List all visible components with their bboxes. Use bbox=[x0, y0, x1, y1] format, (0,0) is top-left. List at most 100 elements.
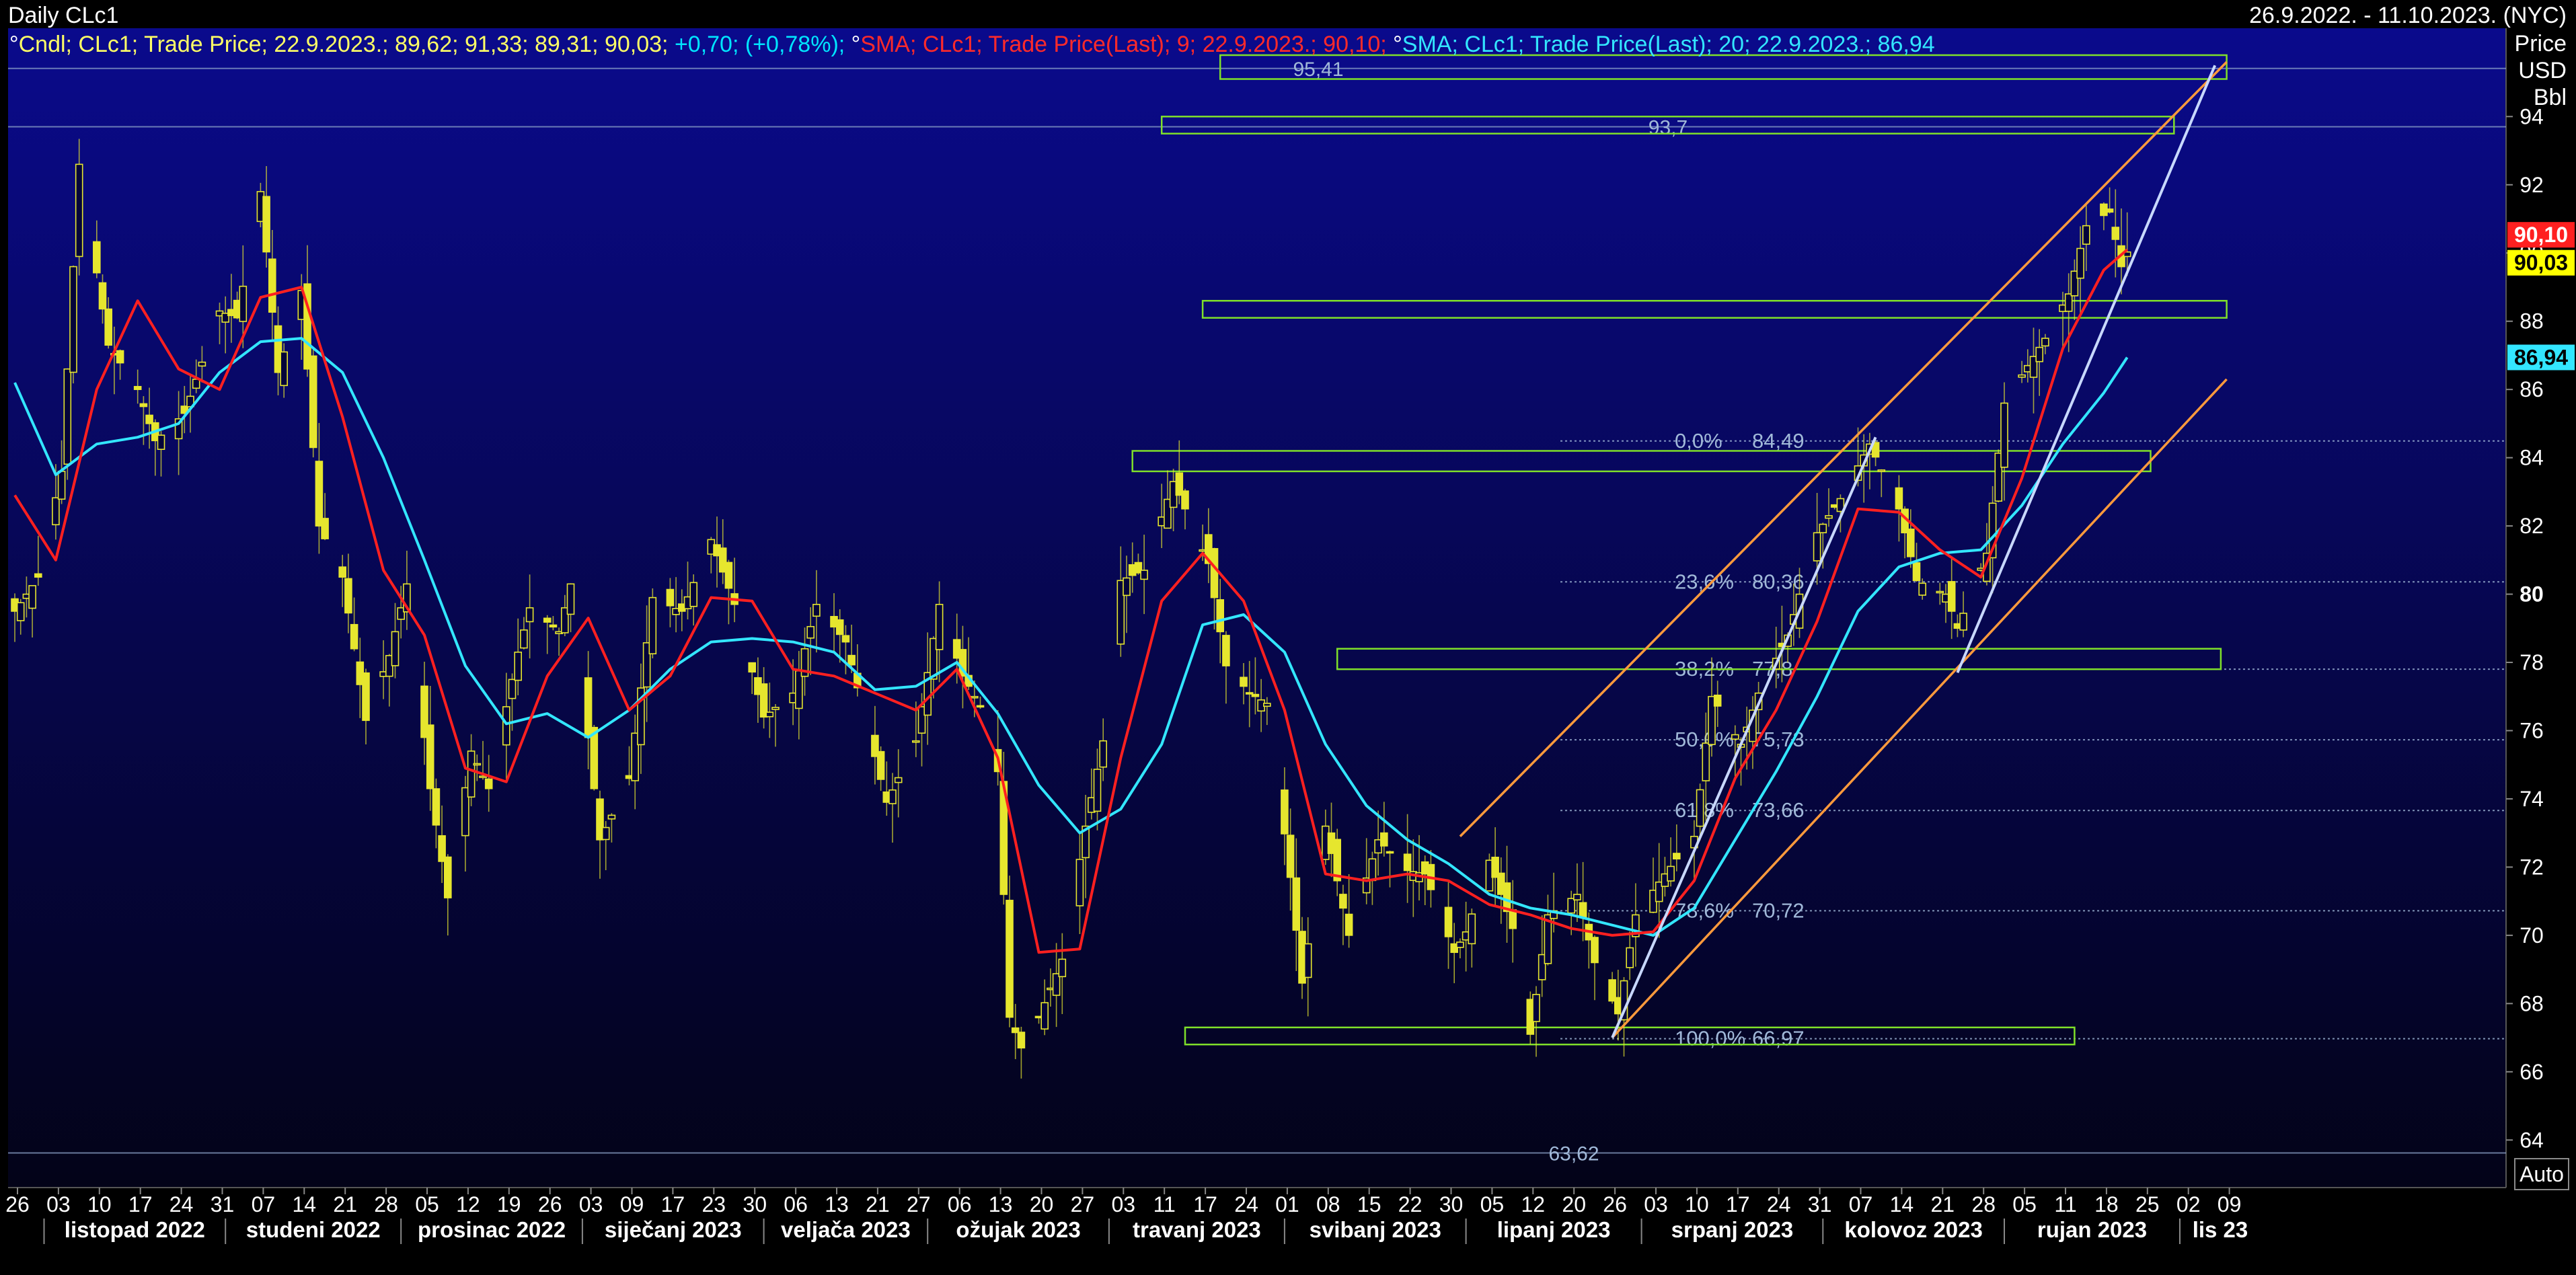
fib-value-label: 84,49 bbox=[1752, 429, 1805, 453]
candle-body bbox=[268, 258, 276, 313]
candle-body bbox=[1292, 877, 1301, 931]
candle-body bbox=[1099, 740, 1107, 768]
candle-body bbox=[888, 789, 897, 804]
candle-body bbox=[1140, 570, 1148, 580]
legend-candle[interactable]: Cndl; CLc1; Trade Price; 22.9.2023.; 89,… bbox=[19, 32, 675, 57]
x-tick-label: 14 bbox=[1890, 1192, 1914, 1216]
y-tick-label: 70 bbox=[2520, 923, 2544, 948]
candle-body bbox=[2111, 227, 2120, 240]
y-tick-label: 68 bbox=[2520, 991, 2544, 1015]
x-tick-label: 17 bbox=[661, 1192, 685, 1216]
x-tick-label: 09 bbox=[620, 1192, 644, 1216]
candle-body bbox=[2076, 247, 2084, 279]
candle-body bbox=[338, 566, 347, 578]
candle-body bbox=[724, 562, 733, 589]
candle-body bbox=[34, 573, 42, 578]
candle-body bbox=[1731, 734, 1739, 740]
y-tick-label: 66 bbox=[2520, 1060, 2544, 1084]
x-tick-label: 08 bbox=[1316, 1192, 1340, 1216]
candle-body bbox=[467, 750, 476, 798]
month-label: srpanj 2023 bbox=[1671, 1217, 1794, 1242]
candle-body bbox=[1947, 581, 1956, 612]
candle-body bbox=[2064, 293, 2073, 312]
month-label: prosinac 2022 bbox=[418, 1217, 566, 1242]
x-tick-label: 27 bbox=[907, 1192, 931, 1216]
level-label: 95,41 bbox=[1293, 59, 1343, 81]
candle-body bbox=[280, 351, 289, 387]
auto-scale-button[interactable]: Auto bbox=[2514, 1158, 2569, 1190]
candle-body bbox=[1819, 523, 1827, 533]
fib-value-label: 66,97 bbox=[1752, 1027, 1805, 1050]
x-tick-label: 12 bbox=[1521, 1192, 1546, 1216]
x-tick-label: 24 bbox=[1234, 1192, 1258, 1216]
date-range: 26.9.2022. - 11.10.2023. (NYC) bbox=[2249, 3, 2567, 28]
candle-body bbox=[894, 777, 903, 783]
x-tick-label: 30 bbox=[1439, 1192, 1464, 1216]
candle-body bbox=[835, 619, 844, 635]
legend-change: +0,70; (+0,78%); bbox=[674, 32, 851, 57]
candle-body bbox=[1509, 909, 1517, 929]
candle-body bbox=[2018, 374, 2026, 378]
candle-body bbox=[16, 602, 25, 621]
candle-body bbox=[116, 350, 124, 364]
y-tick-label: 86 bbox=[2520, 377, 2544, 401]
candle-body bbox=[1907, 529, 1915, 557]
x-tick-label: 05 bbox=[415, 1192, 439, 1216]
candle-body bbox=[139, 403, 148, 408]
x-tick-label: 24 bbox=[169, 1192, 194, 1216]
candle-body bbox=[1959, 613, 1967, 631]
candle-body bbox=[1040, 1002, 1049, 1030]
fib-percent-label: 0,0% bbox=[1675, 429, 1722, 453]
x-tick-label: 10 bbox=[1685, 1192, 1709, 1216]
candle-body bbox=[69, 266, 77, 373]
x-tick-label: 02 bbox=[2176, 1192, 2201, 1216]
x-tick-label: 06 bbox=[948, 1192, 972, 1216]
legend-candle-marker: ° bbox=[9, 32, 19, 57]
candle-body bbox=[549, 624, 558, 628]
candle-body bbox=[1936, 590, 1944, 594]
candle-body bbox=[1286, 835, 1295, 878]
month-label: listopad 2022 bbox=[65, 1217, 205, 1242]
x-tick-label: 07 bbox=[1849, 1192, 1873, 1216]
candle-body bbox=[1444, 906, 1453, 937]
candle-body bbox=[1181, 490, 1189, 510]
candle-body bbox=[443, 856, 452, 898]
plot-area bbox=[8, 28, 2506, 1188]
x-tick-label: 15 bbox=[1357, 1192, 1381, 1216]
y-tick-label: 76 bbox=[2520, 718, 2544, 742]
candle-body bbox=[309, 355, 317, 449]
candle-body bbox=[1912, 562, 1921, 582]
price-chart[interactable]: 95,4193,763,62 0,0%84,4923,6%80,3638,2%7… bbox=[0, 0, 2576, 1275]
candle-body bbox=[63, 368, 72, 465]
candle-body bbox=[976, 705, 985, 708]
x-tick-label: 05 bbox=[1480, 1192, 1505, 1216]
candle-body bbox=[912, 740, 920, 743]
candle-body bbox=[2105, 208, 2114, 213]
x-tick-label: 20 bbox=[1562, 1192, 1586, 1216]
x-tick-label: 14 bbox=[293, 1192, 317, 1216]
candle-body bbox=[1075, 859, 1084, 906]
fib-value-label: 73,66 bbox=[1752, 798, 1805, 822]
candle-body bbox=[104, 308, 112, 346]
legend-sma20[interactable]: SMA; CLc1; Trade Price(Last); 20; 22.9.2… bbox=[1402, 32, 1935, 57]
candle-body bbox=[1877, 469, 1886, 472]
x-tick-label: 22 bbox=[1398, 1192, 1423, 1216]
level-label: 63,62 bbox=[1548, 1143, 1599, 1165]
candle-body bbox=[1403, 853, 1412, 872]
candle-body bbox=[2041, 338, 2049, 347]
x-tick-label: 18 bbox=[2094, 1192, 2119, 1216]
x-tick-label: 03 bbox=[1112, 1192, 1136, 1216]
x-tick-label: 31 bbox=[1808, 1192, 1832, 1216]
candle-body bbox=[765, 711, 774, 718]
candle-body bbox=[1567, 898, 1575, 914]
candle-body bbox=[543, 617, 552, 623]
y-tick-label: 64 bbox=[2520, 1128, 2544, 1152]
y-axis-title-price: Price bbox=[2514, 31, 2567, 56]
candle bbox=[69, 265, 77, 384]
candle-body bbox=[1093, 769, 1102, 812]
candle-body bbox=[689, 582, 697, 607]
month-label: ožujak 2023 bbox=[956, 1217, 1080, 1242]
legend-sma9[interactable]: SMA; CLc1; Trade Price(Last); 9; 22.9.20… bbox=[860, 32, 1393, 57]
candle-body bbox=[1673, 853, 1681, 860]
candle-body bbox=[520, 629, 528, 649]
